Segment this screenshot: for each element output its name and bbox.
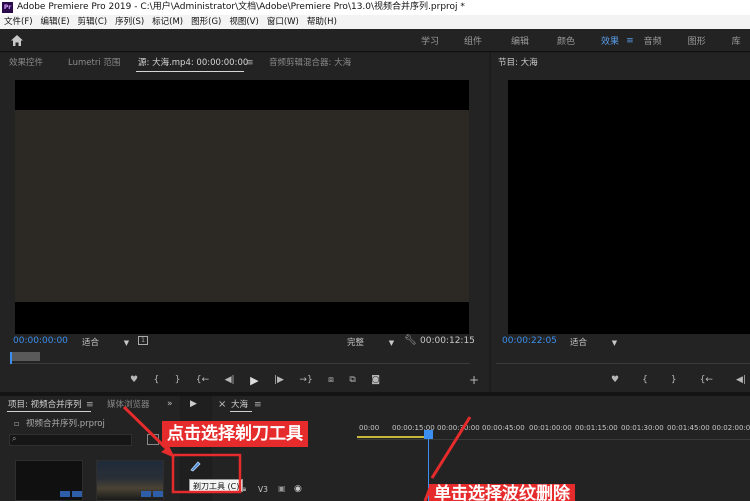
annotation-top: 点击选择剃刀工具 [162, 421, 308, 447]
annotation-arrows [122, 405, 472, 501]
highlight-box [171, 453, 242, 494]
annotation-bottom: 单击选择波纹删除 [429, 484, 575, 501]
arrow-line [430, 416, 472, 479]
